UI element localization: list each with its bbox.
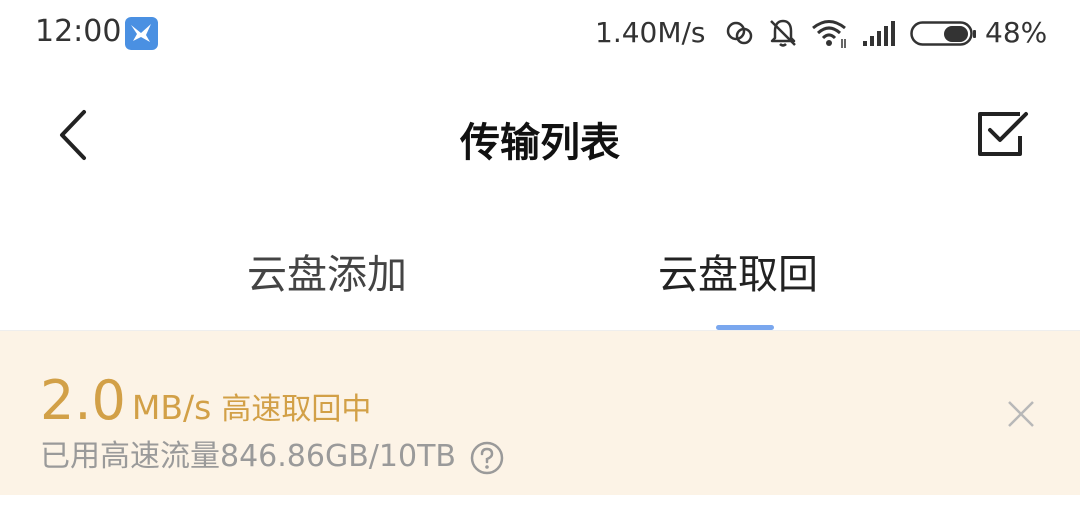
signal-icon — [862, 17, 898, 53]
status-bar: 12:00 1.40M/s 48% — [0, 0, 1080, 70]
header: 传输列表 — [0, 70, 1080, 200]
checkbox-icon — [978, 112, 1028, 156]
close-banner-button[interactable] — [1004, 397, 1038, 431]
usage-text: 已用高速流量846.86GB/10TB — [40, 439, 456, 474]
mute-bell-icon — [767, 17, 799, 53]
app-bird-icon — [125, 17, 158, 50]
speed-value: 2.0 — [40, 369, 126, 432]
sync-icon — [724, 17, 756, 53]
network-speed: 1.40M/s — [595, 16, 706, 49]
speed-status: 高速取回中 — [221, 392, 372, 427]
tab-cloud-retrieve[interactable]: 云盘取回 — [658, 242, 818, 300]
tab-cloud-add[interactable]: 云盘添加 — [247, 242, 407, 300]
tab-bar: 云盘添加 云盘取回 — [0, 200, 1080, 330]
battery-icon — [910, 21, 978, 51]
usage-line: 已用高速流量846.86GB/10TB — [40, 431, 504, 475]
select-button[interactable] — [972, 102, 1036, 166]
question-circle-icon[interactable] — [470, 441, 504, 475]
wifi-icon — [810, 17, 848, 53]
speed-unit: MB/s — [131, 388, 212, 427]
page-title: 传输列表 — [460, 120, 620, 166]
status-time: 12:00 — [35, 14, 122, 49]
battery-percent: 48% — [985, 16, 1048, 49]
speed-line: 2.0 MB/s 高速取回中 — [40, 369, 371, 432]
speed-banner: 2.0 MB/s 高速取回中 已用高速流量846.86GB/10TB — [0, 331, 1080, 495]
close-icon — [1008, 401, 1034, 427]
